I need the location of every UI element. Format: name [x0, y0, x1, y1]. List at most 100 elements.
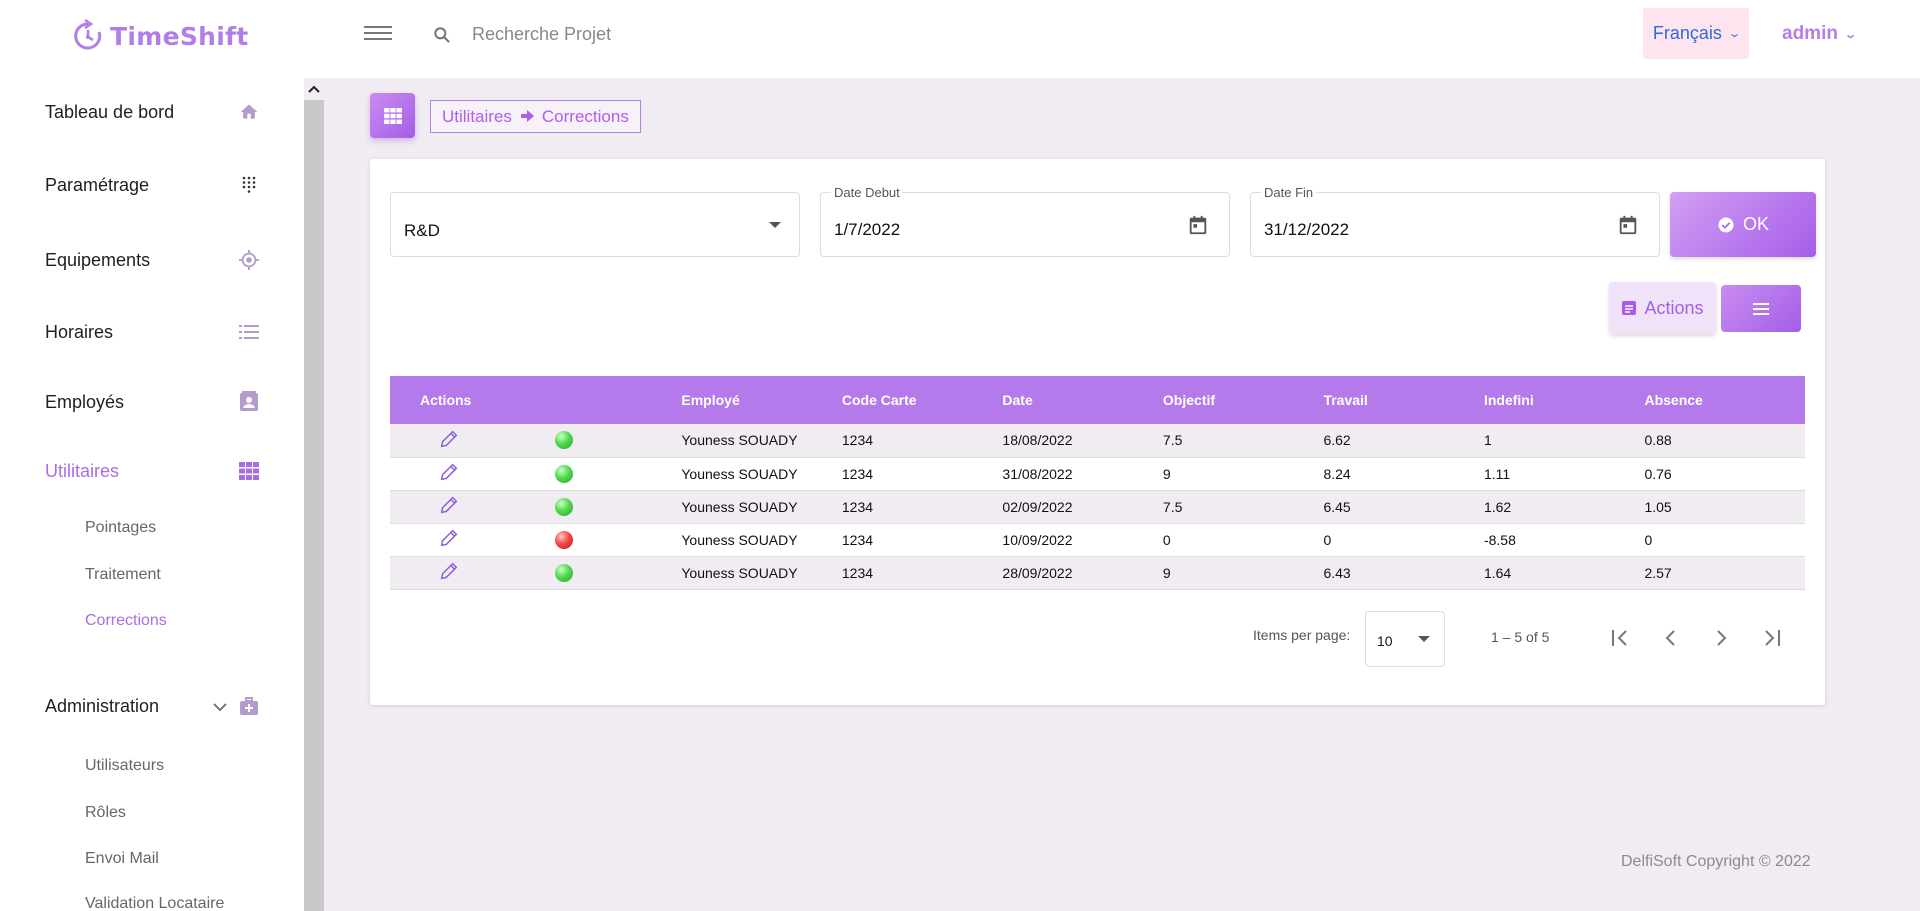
- sidebar-scrollbar[interactable]: [304, 78, 324, 911]
- cell-travail: 6.45: [1323, 498, 1351, 515]
- next-page-icon[interactable]: [1701, 618, 1741, 658]
- row-actions-cell: [390, 490, 543, 523]
- cell-indefini: 1.64: [1483, 564, 1512, 581]
- cell-travail: 8.24: [1323, 465, 1351, 482]
- table-icon: [237, 459, 261, 483]
- sidebar-subitem-corrections[interactable]: Corrections: [85, 612, 167, 630]
- column-header-travail[interactable]: Travail: [1323, 376, 1484, 424]
- date-fin-field[interactable]: Date Fin: [1250, 185, 1660, 257]
- calendar-icon[interactable]: [1187, 214, 1209, 236]
- sidebar-subitem-traitement[interactable]: Traitement: [85, 566, 161, 584]
- table-row[interactable]: Youness SOUADY 1234 28/09/2022 9 6.43 1.64 2.5…: [390, 556, 1805, 589]
- lines-icon: [1753, 302, 1769, 315]
- breadcrumb-parent[interactable]: Utilitaires: [442, 107, 512, 127]
- items-per-page-select[interactable]: 10: [1365, 611, 1445, 667]
- corrections-card: R&D Date Debut Date Fin OK Actions Actio…: [370, 159, 1825, 705]
- cell-absence: 1.05: [1644, 498, 1672, 515]
- sidebar-item-label: Tableau de bord: [45, 101, 175, 122]
- table-row[interactable]: Youness SOUADY 1234 18/08/2022 7.5 6.62 1 0.88: [390, 424, 1805, 457]
- date-debut-field[interactable]: Date Debut: [820, 185, 1230, 257]
- edit-pencil-icon[interactable]: [438, 494, 460, 516]
- cell-travail: 6.43: [1323, 564, 1351, 581]
- top-bar: Français ⌄ admin ⌄: [304, 0, 1920, 78]
- sidebar-item-utilitaires[interactable]: Utilitaires: [45, 451, 261, 491]
- edit-pencil-icon[interactable]: [438, 461, 460, 483]
- sidebar-subitem-validation-locataire[interactable]: Validation Locataire: [85, 895, 224, 911]
- language-label: Français: [1652, 23, 1722, 43]
- cell-employe: Youness SOUADY: [681, 465, 798, 482]
- table-row[interactable]: Youness SOUADY 1234 02/09/2022 7.5 6.45 1.62 1…: [390, 490, 1805, 523]
- first-page-icon[interactable]: [1601, 618, 1641, 658]
- column-header-actions[interactable]: Actions: [390, 376, 543, 424]
- sidebar-item-label: Employés: [45, 391, 125, 412]
- items-per-page-value: 10: [1377, 633, 1393, 649]
- date-debut-label: Date Debut: [831, 185, 903, 200]
- breadcrumb-table-icon[interactable]: [370, 93, 415, 138]
- corrections-table: Actions Employé Code Carte Date Objectif…: [390, 376, 1805, 590]
- column-header-employe[interactable]: Employé: [681, 376, 842, 424]
- row-actions-cell: [390, 457, 543, 490]
- cell-absence: 0.88: [1644, 432, 1672, 449]
- sidebar-subitem-roles[interactable]: Rôles: [85, 804, 126, 822]
- column-header-code-carte[interactable]: Code Carte: [842, 376, 1003, 424]
- sidebar-item-administration[interactable]: Administration: [45, 686, 261, 726]
- date-fin-label: Date Fin: [1261, 185, 1317, 200]
- user-menu[interactable]: admin ⌄: [1782, 18, 1857, 50]
- cell-travail: 6.62: [1323, 432, 1351, 449]
- status-ok-indicator: [555, 563, 574, 582]
- previous-page-icon[interactable]: [1651, 618, 1691, 658]
- search-input[interactable]: [472, 18, 772, 50]
- row-status-cell: [543, 490, 681, 523]
- date-fin-input[interactable]: [1264, 220, 1564, 240]
- sidebar-item-horaires[interactable]: Horaires: [45, 312, 261, 352]
- column-header-objectif[interactable]: Objectif: [1163, 376, 1324, 424]
- home-icon: [237, 100, 261, 124]
- column-header-status: [543, 376, 681, 424]
- dropdown-arrow-icon: [769, 222, 781, 228]
- document-icon: [1622, 301, 1637, 315]
- list-menu-button[interactable]: [1721, 285, 1801, 332]
- items-per-page-label: Items per page:: [1253, 627, 1351, 643]
- sidebar-item-parametrage[interactable]: Paramétrage: [45, 165, 261, 205]
- page-range: 1 – 5 of 5: [1491, 629, 1550, 645]
- table-row[interactable]: Youness SOUADY 1234 10/09/2022 0 0 -8.58 0: [390, 523, 1805, 556]
- ok-button[interactable]: OK: [1670, 192, 1816, 257]
- scroll-up-icon[interactable]: [304, 78, 324, 100]
- department-select[interactable]: R&D: [390, 192, 800, 257]
- edit-pencil-icon[interactable]: [438, 560, 460, 582]
- cell-objectif: 0: [1162, 531, 1171, 548]
- sidebar-item-employes[interactable]: Employés: [45, 382, 261, 422]
- hamburger-menu-icon[interactable]: [364, 22, 392, 46]
- sidebar-subitem-pointages[interactable]: Pointages: [85, 519, 156, 537]
- table-row[interactable]: Youness SOUADY 1234 31/08/2022 9 8.24 1.11 0.7…: [390, 457, 1805, 490]
- actions-button[interactable]: Actions: [1609, 282, 1716, 334]
- cell-objectif: 9: [1162, 564, 1171, 581]
- sidebar-item-label: Utilitaires: [45, 460, 120, 481]
- cell-code-carte: 1234: [841, 531, 874, 548]
- app-logo[interactable]: TimeShift: [72, 14, 249, 58]
- sidebar-subitem-utilisateurs[interactable]: Utilisateurs: [85, 757, 164, 775]
- date-debut-input[interactable]: [834, 220, 1134, 240]
- cell-objectif: 9: [1162, 465, 1171, 482]
- calendar-icon[interactable]: [1617, 214, 1639, 236]
- last-page-icon[interactable]: [1751, 618, 1791, 658]
- cell-code-carte: 1234: [841, 465, 874, 482]
- cell-code-carte: 1234: [841, 564, 874, 581]
- sidebar-item-equipements[interactable]: Equipements: [45, 240, 261, 280]
- sidebar-subitem-envoi-mail[interactable]: Envoi Mail: [85, 850, 159, 868]
- dots-grid-icon: [237, 173, 261, 197]
- status-ok-indicator: [555, 497, 574, 516]
- row-actions-cell: [390, 556, 543, 589]
- row-actions-cell: [390, 424, 543, 457]
- edit-pencil-icon[interactable]: [438, 428, 460, 450]
- column-header-date[interactable]: Date: [1002, 376, 1163, 424]
- contact-card-icon: [237, 390, 261, 414]
- cell-indefini: 1.11: [1483, 465, 1511, 482]
- language-selector[interactable]: Français ⌄: [1643, 8, 1749, 59]
- sidebar-item-tableau-de-bord[interactable]: Tableau de bord: [45, 92, 261, 132]
- app-name: TimeShift: [110, 21, 249, 51]
- medical-bag-icon: [237, 694, 261, 718]
- column-header-absence[interactable]: Absence: [1644, 376, 1805, 424]
- column-header-indefini[interactable]: Indefini: [1484, 376, 1645, 424]
- edit-pencil-icon[interactable]: [438, 527, 460, 549]
